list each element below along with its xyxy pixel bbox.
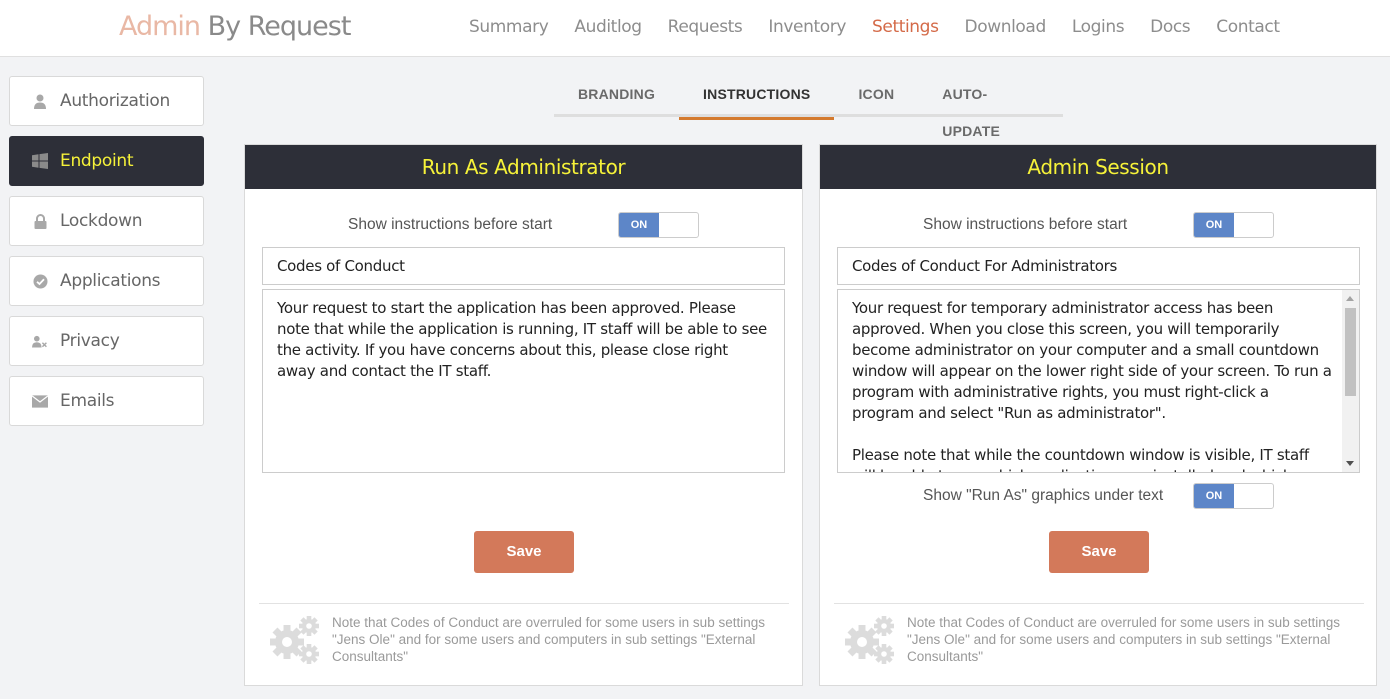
show-graphics-label: Show "Run As" graphics under text [923, 487, 1164, 504]
show-graphics-toggle[interactable]: ON [1193, 483, 1274, 509]
instructions-textarea[interactable]: Your request for temporary administrator… [837, 289, 1360, 473]
scroll-down-arrow-icon[interactable] [1346, 461, 1354, 466]
sidebar-item-authorization[interactable]: Authorization [9, 76, 204, 126]
user-times-icon [32, 333, 48, 349]
nav-download[interactable]: Download [965, 17, 1047, 37]
admin-session-panel: Admin Session Show instructions before s… [819, 144, 1377, 686]
show-instructions-row: Show instructions before start ON [245, 212, 802, 238]
save-button[interactable]: Save [1049, 531, 1149, 573]
settings-tabs: BRANDING INSTRUCTIONS ICON AUTO-UPDATE [554, 76, 1063, 139]
scroll-up-arrow-icon[interactable] [1346, 296, 1354, 301]
gears-icon [270, 616, 319, 664]
run-as-admin-panel: Run As Administrator Show instructions b… [244, 144, 803, 686]
tab-instructions[interactable]: INSTRUCTIONS [679, 76, 835, 120]
sidebar-item-label: Emails [60, 391, 115, 411]
save-button[interactable]: Save [474, 531, 574, 573]
override-note: Note that Codes of Conduct are overruled… [834, 603, 1364, 685]
nav-auditlog[interactable]: Auditlog [574, 17, 642, 37]
windows-icon [32, 153, 48, 169]
show-instructions-label: Show instructions before start [923, 216, 1128, 233]
sidebar-item-endpoint[interactable]: Endpoint [9, 136, 204, 186]
toggle-on-label: ON [619, 213, 659, 237]
envelope-icon [32, 393, 48, 409]
tab-auto-update[interactable]: AUTO-UPDATE [918, 76, 1063, 139]
override-note: Note that Codes of Conduct are overruled… [259, 603, 789, 685]
logo-by-request: By Request [200, 11, 352, 42]
show-instructions-label: Show instructions before start [348, 216, 553, 233]
main-nav: Summary Auditlog Requests Inventory Sett… [456, 17, 1293, 37]
panel-title: Run As Administrator [245, 145, 802, 189]
sidebar-item-applications[interactable]: Applications [9, 256, 204, 306]
tab-branding[interactable]: BRANDING [554, 76, 679, 117]
show-instructions-row: Show instructions before start ON [820, 212, 1376, 238]
note-text: Note that Codes of Conduct are overruled… [332, 615, 765, 664]
sidebar-item-lockdown[interactable]: Lockdown [9, 196, 204, 246]
instructions-textarea-wrap: Your request for temporary administrator… [837, 289, 1360, 473]
logo-admin: Admin [119, 11, 201, 42]
tab-icon[interactable]: ICON [834, 76, 918, 117]
toggle-on-label: ON [1194, 484, 1234, 508]
show-graphics-row: Show "Run As" graphics under text ON [820, 483, 1376, 509]
sidebar-item-emails[interactable]: Emails [9, 376, 204, 426]
show-instructions-toggle[interactable]: ON [618, 212, 699, 238]
nav-logins[interactable]: Logins [1072, 17, 1125, 37]
nav-inventory[interactable]: Inventory [768, 17, 846, 37]
nav-contact[interactable]: Contact [1216, 17, 1280, 37]
gears-icon [845, 616, 894, 664]
panel-title: Admin Session [820, 145, 1376, 189]
heading-input[interactable]: Codes of Conduct For Administrators [837, 247, 1360, 285]
textarea-scrollbar[interactable] [1342, 290, 1359, 472]
sidebar-item-label: Authorization [60, 91, 170, 111]
lock-icon [32, 213, 48, 229]
sidebar-item-privacy[interactable]: Privacy [9, 316, 204, 366]
toggle-on-label: ON [1194, 213, 1234, 237]
note-text: Note that Codes of Conduct are overruled… [907, 615, 1340, 664]
top-bar: Admin By Request Summary Auditlog Reques… [0, 0, 1390, 57]
nav-summary[interactable]: Summary [469, 17, 549, 37]
logo[interactable]: Admin By Request [119, 11, 352, 42]
instructions-textarea[interactable]: Your request to start the application ha… [262, 289, 785, 473]
nav-docs[interactable]: Docs [1150, 17, 1191, 37]
scrollbar-thumb[interactable] [1345, 308, 1356, 396]
check-circle-icon [32, 273, 48, 289]
show-instructions-toggle[interactable]: ON [1193, 212, 1274, 238]
sidebar-item-label: Privacy [60, 331, 120, 351]
user-icon [32, 93, 48, 109]
nav-settings[interactable]: Settings [872, 17, 939, 37]
sidebar-item-label: Lockdown [60, 211, 143, 231]
heading-input[interactable]: Codes of Conduct [262, 247, 785, 285]
sidebar-item-label: Applications [60, 271, 161, 291]
nav-requests[interactable]: Requests [668, 17, 743, 37]
sidebar-item-label: Endpoint [60, 151, 134, 171]
